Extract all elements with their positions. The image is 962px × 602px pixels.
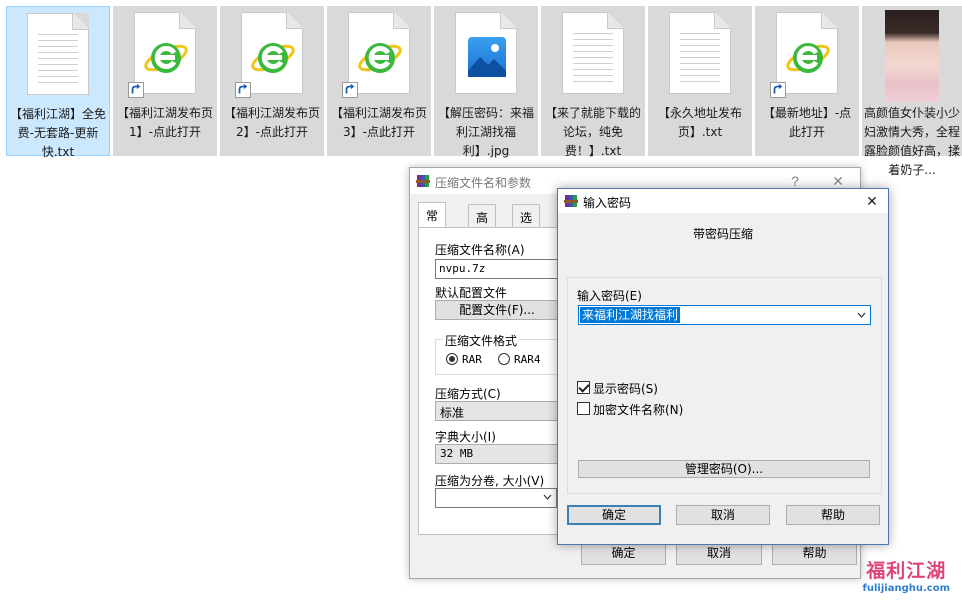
file-name: 【最新地址】-点此打开 <box>762 106 852 139</box>
file-tile[interactable]: 【来了就能下载的论坛，纯免费！】.txt <box>541 6 645 158</box>
enter-password-dialog: 输入密码 ✕ 带密码压缩 输入密码(E) 来福利江湖找福利 显示密码(S) 加密… <box>557 188 889 545</box>
internet-explorer-icon <box>235 12 303 98</box>
archive-name-field[interactable]: nvpu.7z <box>435 259 559 279</box>
file-tile[interactable]: 【永久地址发布页】.txt <box>648 6 752 156</box>
close-button[interactable]: ✕ <box>862 192 882 210</box>
dialog-title: 输入密码 <box>583 196 632 210</box>
default-profile-label: 默认配置文件 <box>435 286 508 300</box>
dialog-title: 压缩文件名和参数 <box>435 176 532 190</box>
winrar-books-icon <box>416 175 430 187</box>
shortcut-arrow-icon <box>770 82 786 98</box>
internet-explorer-icon <box>770 12 838 98</box>
ok-button[interactable]: 确定 <box>567 505 661 525</box>
tab-options[interactable]: 选项 <box>512 204 541 242</box>
rar-radio[interactable] <box>446 353 458 365</box>
profiles-button[interactable]: 配置文件(F)... <box>435 300 559 320</box>
file-tile[interactable]: 【最新地址】-点此打开 <box>755 6 859 156</box>
dictionary-size-select[interactable]: 32 MB <box>435 444 559 464</box>
watermark: 福利江湖 fulijianghu.com <box>863 556 950 594</box>
rar4-radio[interactable] <box>498 353 510 365</box>
encrypt-file-names-checkbox[interactable] <box>577 402 590 415</box>
internet-explorer-icon <box>342 12 410 98</box>
password-input[interactable]: 来福利江湖找福利 <box>578 305 871 325</box>
compression-method-label: 压缩方式(C) <box>435 387 501 401</box>
shortcut-arrow-icon <box>128 82 144 98</box>
file-tile[interactable]: 高颜值女仆装小少妇激情大秀，全程露脸颜值好高，揉着奶子... <box>862 6 962 177</box>
file-list: 【福利江湖】全免费-无套路-更新快.txt 【福利江湖发布页1】-点此打开 【福… <box>0 0 962 177</box>
file-tile[interactable]: 【解压密码：来福利江湖找福利】.jpg <box>434 6 538 158</box>
show-password-label: 显示密码(S) <box>593 382 658 396</box>
file-tile[interactable]: 【福利江湖发布页2】-点此打开 <box>220 6 324 156</box>
winrar-books-icon <box>564 195 578 207</box>
text-document-icon <box>562 12 624 94</box>
text-document-icon <box>669 12 731 94</box>
file-name: 【福利江湖】全免费-无套路-更新快.txt <box>9 107 106 159</box>
watermark-url: fulijianghu.com <box>862 583 950 594</box>
split-volumes-combo[interactable] <box>435 488 557 508</box>
password-label: 输入密码(E) <box>577 289 642 303</box>
file-tile[interactable]: 【福利江湖发布页3】-点此打开 <box>327 6 431 156</box>
password-value: 来福利江湖找福利 <box>580 307 681 323</box>
help-button[interactable]: 帮助 <box>786 505 880 525</box>
file-tile[interactable]: 【福利江湖发布页1】-点此打开 <box>113 6 217 156</box>
dialog-titlebar: 输入密码 ✕ <box>558 189 888 213</box>
encrypt-file-names-label: 加密文件名称(N) <box>593 403 684 417</box>
organize-passwords-button[interactable]: 管理密码(O)... <box>578 460 870 478</box>
chevron-down-icon <box>543 494 552 500</box>
dictionary-size-label: 字典大小(I) <box>435 430 496 444</box>
file-name: 【永久地址发布页】.txt <box>657 106 742 139</box>
file-name: 【福利江湖发布页2】-点此打开 <box>223 106 320 139</box>
file-name: 【来了就能下载的论坛，纯免费！】.txt <box>544 106 641 158</box>
file-name: 【解压密码：来福利江湖找福利】.jpg <box>437 106 534 158</box>
password-dialog-heading: 带密码压缩 <box>692 227 753 241</box>
file-name: 高颜值女仆装小少妇激情大秀，全程露脸颜值好高，揉着奶子... <box>864 106 961 177</box>
split-volumes-label: 压缩为分卷, 大小(V) <box>435 474 545 488</box>
rar-option-label: RAR <box>462 353 482 366</box>
tab-advanced[interactable]: 高级 <box>468 204 497 242</box>
tab-general[interactable]: 常规 <box>418 202 447 240</box>
archive-name-label: 压缩文件名称(A) <box>435 243 525 257</box>
watermark-logo: 福利江湖 <box>866 560 947 582</box>
show-password-checkbox[interactable] <box>577 381 590 394</box>
image-file-icon <box>455 12 517 94</box>
chevron-down-icon[interactable] <box>857 312 866 318</box>
internet-explorer-icon <box>128 12 196 98</box>
file-tile[interactable]: 【福利江湖】全免费-无套路-更新快.txt <box>6 6 110 159</box>
text-document-icon <box>27 13 89 95</box>
archive-format-label: 压缩文件格式 <box>443 332 520 349</box>
file-name: 【福利江湖发布页1】-点此打开 <box>116 106 213 139</box>
shortcut-arrow-icon <box>342 82 358 98</box>
shortcut-arrow-icon <box>235 82 251 98</box>
photo-thumbnail <box>885 10 939 102</box>
password-group: 输入密码(E) 来福利江湖找福利 显示密码(S) 加密文件名称(N) 管理密码(… <box>567 277 882 494</box>
file-name: 【福利江湖发布页3】-点此打开 <box>330 106 427 139</box>
cancel-button[interactable]: 取消 <box>676 505 770 525</box>
compression-method-select[interactable]: 标准 <box>435 401 559 421</box>
rar4-option-label: RAR4 <box>514 353 541 366</box>
